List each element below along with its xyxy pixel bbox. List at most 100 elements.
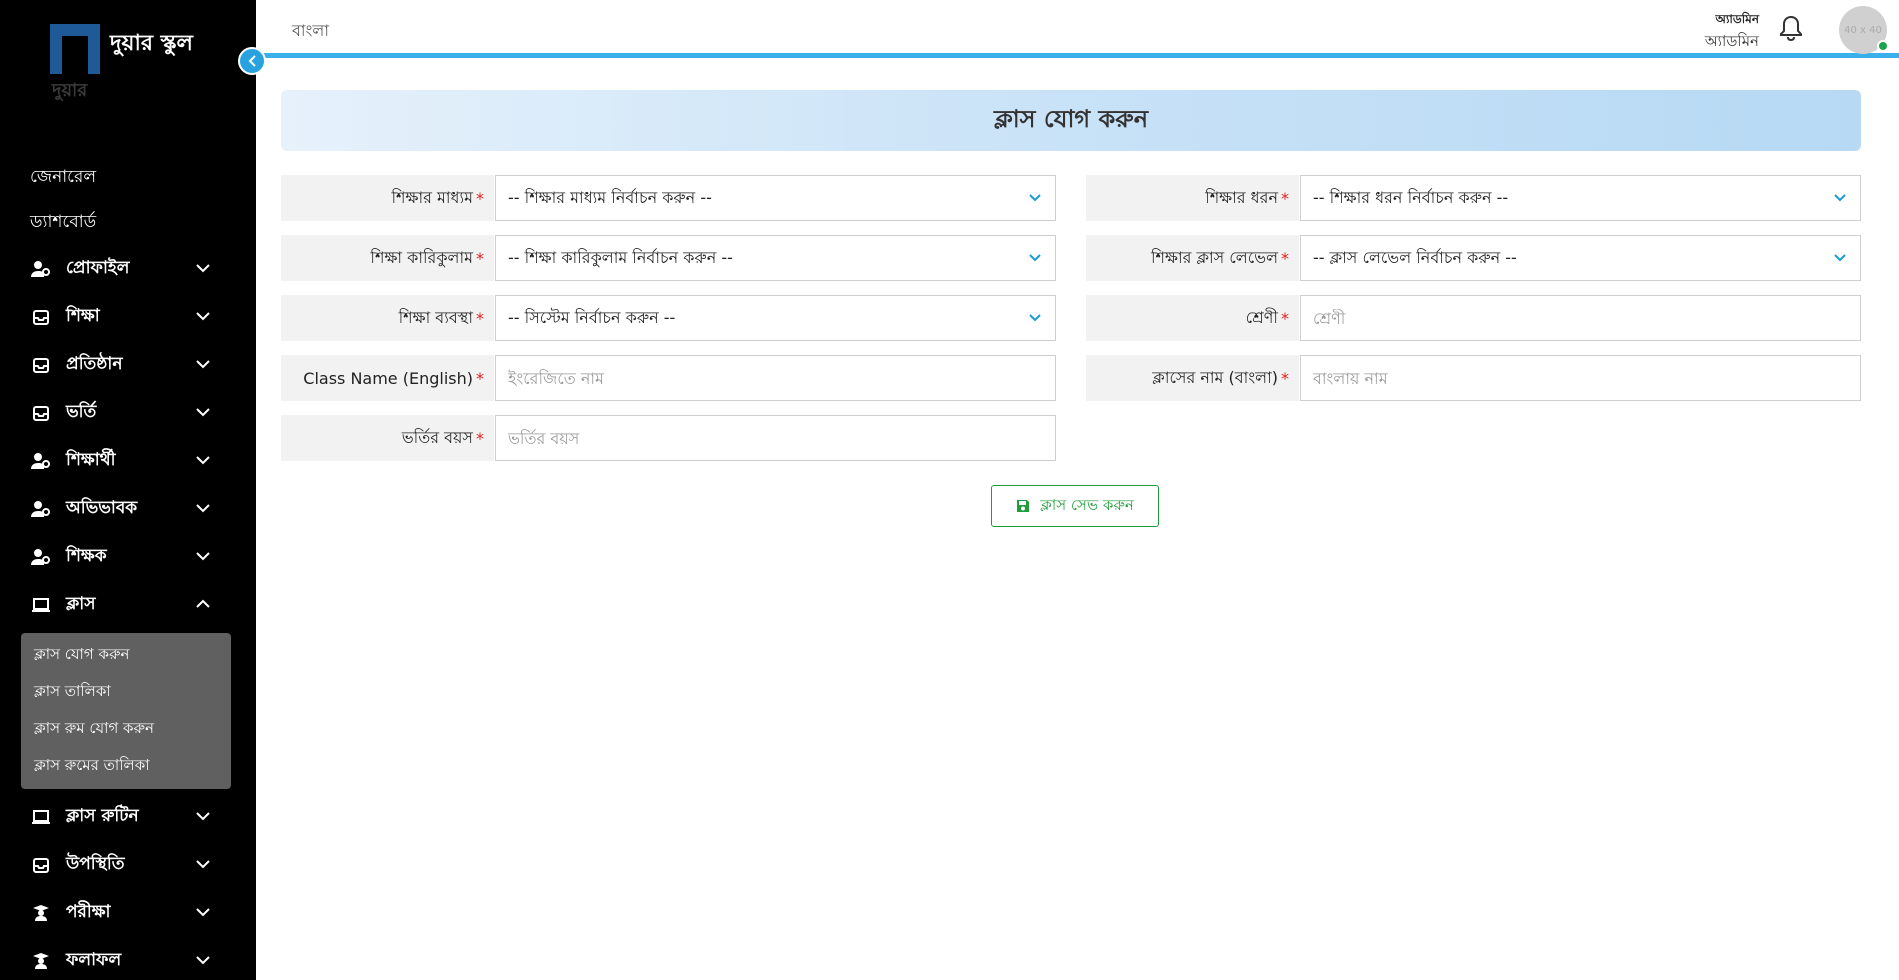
label-text: শিক্ষার মাধ্যম <box>391 187 473 207</box>
sidebar-item-exam[interactable]: পরীক্ষা <box>0 889 256 937</box>
chevron-down-icon <box>196 905 210 921</box>
chevron-down-icon <box>196 953 210 969</box>
language-switch[interactable]: বাংলা <box>292 18 329 45</box>
sidebar-item-admission[interactable]: ভর্তি <box>0 389 256 437</box>
brand-subtitle: দুয়ার <box>52 80 88 101</box>
online-status-dot <box>1877 40 1889 52</box>
laptop-icon <box>30 808 52 826</box>
sidebar-item-label: ফলাফল <box>66 950 122 970</box>
chevron-down-icon <box>1029 310 1041 326</box>
admission-age-input[interactable] <box>508 428 1055 448</box>
field-label: Class Name (English) * <box>281 355 494 401</box>
sidebar-item-label: শিক্ষার্থী <box>66 450 116 470</box>
field-label: শিক্ষার ধরন * <box>1086 175 1299 221</box>
brand-name: দুয়ার স্কুল <box>110 31 193 56</box>
chevron-up-icon <box>196 597 210 613</box>
chevron-down-icon <box>196 453 210 469</box>
class-name-bangla-input[interactable] <box>1313 368 1860 388</box>
chevron-down-icon <box>1029 250 1041 266</box>
form-row-curriculum: শিক্ষা কারিকুলাম * -- শিক্ষা কারিকুলাম নি… <box>281 235 1056 281</box>
required-mark: * <box>1281 308 1289 328</box>
chevron-down-icon <box>196 857 210 873</box>
sidebar-item-label: শিক্ষা <box>66 306 100 326</box>
chevron-down-icon <box>1029 190 1041 206</box>
field-label: শিক্ষার ক্লাস লেভেল * <box>1086 235 1299 281</box>
user-role: অ্যাডমিন <box>1715 12 1759 26</box>
sidebar-item-label: ক্লাস <box>66 594 96 614</box>
medium-select[interactable]: -- শিক্ষার মাধ্যম নির্বাচন করুন -- <box>495 175 1056 221</box>
required-mark: * <box>476 188 484 208</box>
page-title: ক্লাস যোগ করুন <box>281 90 1861 151</box>
sidebar-item-label: উপস্থিতি <box>66 854 125 874</box>
chevron-down-icon <box>196 405 210 421</box>
name-bn-field-box <box>1300 355 1861 401</box>
sidebar-item-guardians[interactable]: অভিভাবক <box>0 485 256 533</box>
class-level-select[interactable]: -- ক্লাস লেভেল নির্বাচন করুন -- <box>1300 235 1861 281</box>
sidebar-item-label: প্রতিষ্ঠান <box>66 354 123 374</box>
sidebar-item-label: প্রোফাইল <box>66 258 130 278</box>
sidebar-item-students[interactable]: শিক্ষার্থী <box>0 437 256 485</box>
save-class-button[interactable]: ক্লাস সেভ করুন <box>991 485 1159 527</box>
inbox-icon <box>30 856 52 874</box>
required-mark: * <box>476 248 484 268</box>
sidebar-item-label: অভিভাবক <box>66 498 138 518</box>
sidebar-item-class-routine[interactable]: ক্লাস রুটিন <box>0 793 256 841</box>
select-value: -- ক্লাস লেভেল নির্বাচন করুন -- <box>1313 247 1517 267</box>
chevron-down-icon <box>196 357 210 373</box>
chevron-down-icon <box>196 261 210 277</box>
class-name-english-input[interactable] <box>508 368 1055 388</box>
system-select[interactable]: -- সিস্টেম নির্বাচন করুন -- <box>495 295 1056 341</box>
label-text: শিক্ষা কারিকুলাম <box>370 247 473 267</box>
select-value: -- শিক্ষার মাধ্যম নির্বাচন করুন -- <box>508 187 712 207</box>
form-row-system: শিক্ষা ব্যবস্থা * -- সিস্টেম নির্বাচন করু… <box>281 295 1056 341</box>
class-submenu: ক্লাস যোগ করুন ক্লাস তালিকা ক্লাস রুম যো… <box>21 633 231 789</box>
label-text: ভর্তির বয়স <box>401 427 473 447</box>
grade-input[interactable] <box>1313 308 1860 328</box>
sidebar-item-teachers[interactable]: শিক্ষক <box>0 533 256 581</box>
sidebar: দুয়ার স্কুল দুয়ার জেনারেল ড্যাশবোর্ড প… <box>0 0 256 980</box>
app-root: দুয়ার স্কুল দুয়ার জেনারেল ড্যাশবোর্ড প… <box>0 0 1899 980</box>
curriculum-select[interactable]: -- শিক্ষা কারিকুলাম নির্বাচন করুন -- <box>495 235 1056 281</box>
chevron-down-icon <box>196 501 210 517</box>
sidebar-item-general[interactable]: জেনারেল <box>0 155 256 200</box>
sidebar-collapse-button[interactable] <box>238 47 266 75</box>
sidebar-item-label: ক্লাস রুটিন <box>66 806 139 826</box>
submenu-item-class-list[interactable]: ক্লাস তালিকা <box>21 674 231 711</box>
sidebar-item-education[interactable]: শিক্ষা <box>0 293 256 341</box>
field-label: শ্রেণী * <box>1086 295 1299 341</box>
graduate-icon <box>30 952 52 970</box>
sidebar-item-label: পরীক্ষা <box>66 902 111 922</box>
submenu-item-add-class[interactable]: ক্লাস যোগ করুন <box>21 637 231 674</box>
required-mark: * <box>476 308 484 328</box>
user-gear-icon <box>30 500 52 518</box>
label-text: শিক্ষা ব্যবস্থা <box>398 307 473 327</box>
user-name: অ্যাডমিন <box>1704 32 1759 50</box>
sidebar-item-result[interactable]: ফলাফল <box>0 937 256 980</box>
chevron-down-icon <box>196 309 210 325</box>
form-row-name-bn: ক্লাসের নাম (বাংলা) * <box>1086 355 1861 401</box>
label-text: শ্রেণী <box>1245 307 1278 327</box>
user-gear-icon <box>30 260 52 278</box>
submenu-item-classroom-list[interactable]: ক্লাস রুমের তালিকা <box>21 748 231 785</box>
required-mark: * <box>476 368 484 388</box>
field-label: ভর্তির বয়স * <box>281 415 494 461</box>
sidebar-item-class[interactable]: ক্লাস <box>0 581 256 629</box>
sidebar-item-institution[interactable]: প্রতিষ্ঠান <box>0 341 256 389</box>
field-label: শিক্ষার মাধ্যম * <box>281 175 494 221</box>
sidebar-item-dashboard[interactable]: ড্যাশবোর্ড <box>0 200 256 245</box>
type-select[interactable]: -- শিক্ষার ধরন নির্বাচন করুন -- <box>1300 175 1861 221</box>
inbox-icon <box>30 308 52 326</box>
label-text: শিক্ষার ক্লাস লেভেল <box>1150 247 1278 267</box>
required-mark: * <box>1281 368 1289 388</box>
required-mark: * <box>1281 188 1289 208</box>
required-mark: * <box>476 428 484 448</box>
submenu-item-add-classroom[interactable]: ক্লাস রুম যোগ করুন <box>21 711 231 748</box>
bell-icon[interactable] <box>1779 14 1803 42</box>
chevron-down-icon <box>196 809 210 825</box>
sidebar-item-profile[interactable]: প্রোফাইল <box>0 245 256 293</box>
sidebar-item-attendance[interactable]: উপস্থিতি <box>0 841 256 889</box>
user-gear-icon <box>30 548 52 566</box>
field-label: শিক্ষা কারিকুলাম * <box>281 235 494 281</box>
sidebar-item-label: ভর্তি <box>66 402 97 422</box>
form-row-name-en: Class Name (English) * <box>281 355 1056 401</box>
